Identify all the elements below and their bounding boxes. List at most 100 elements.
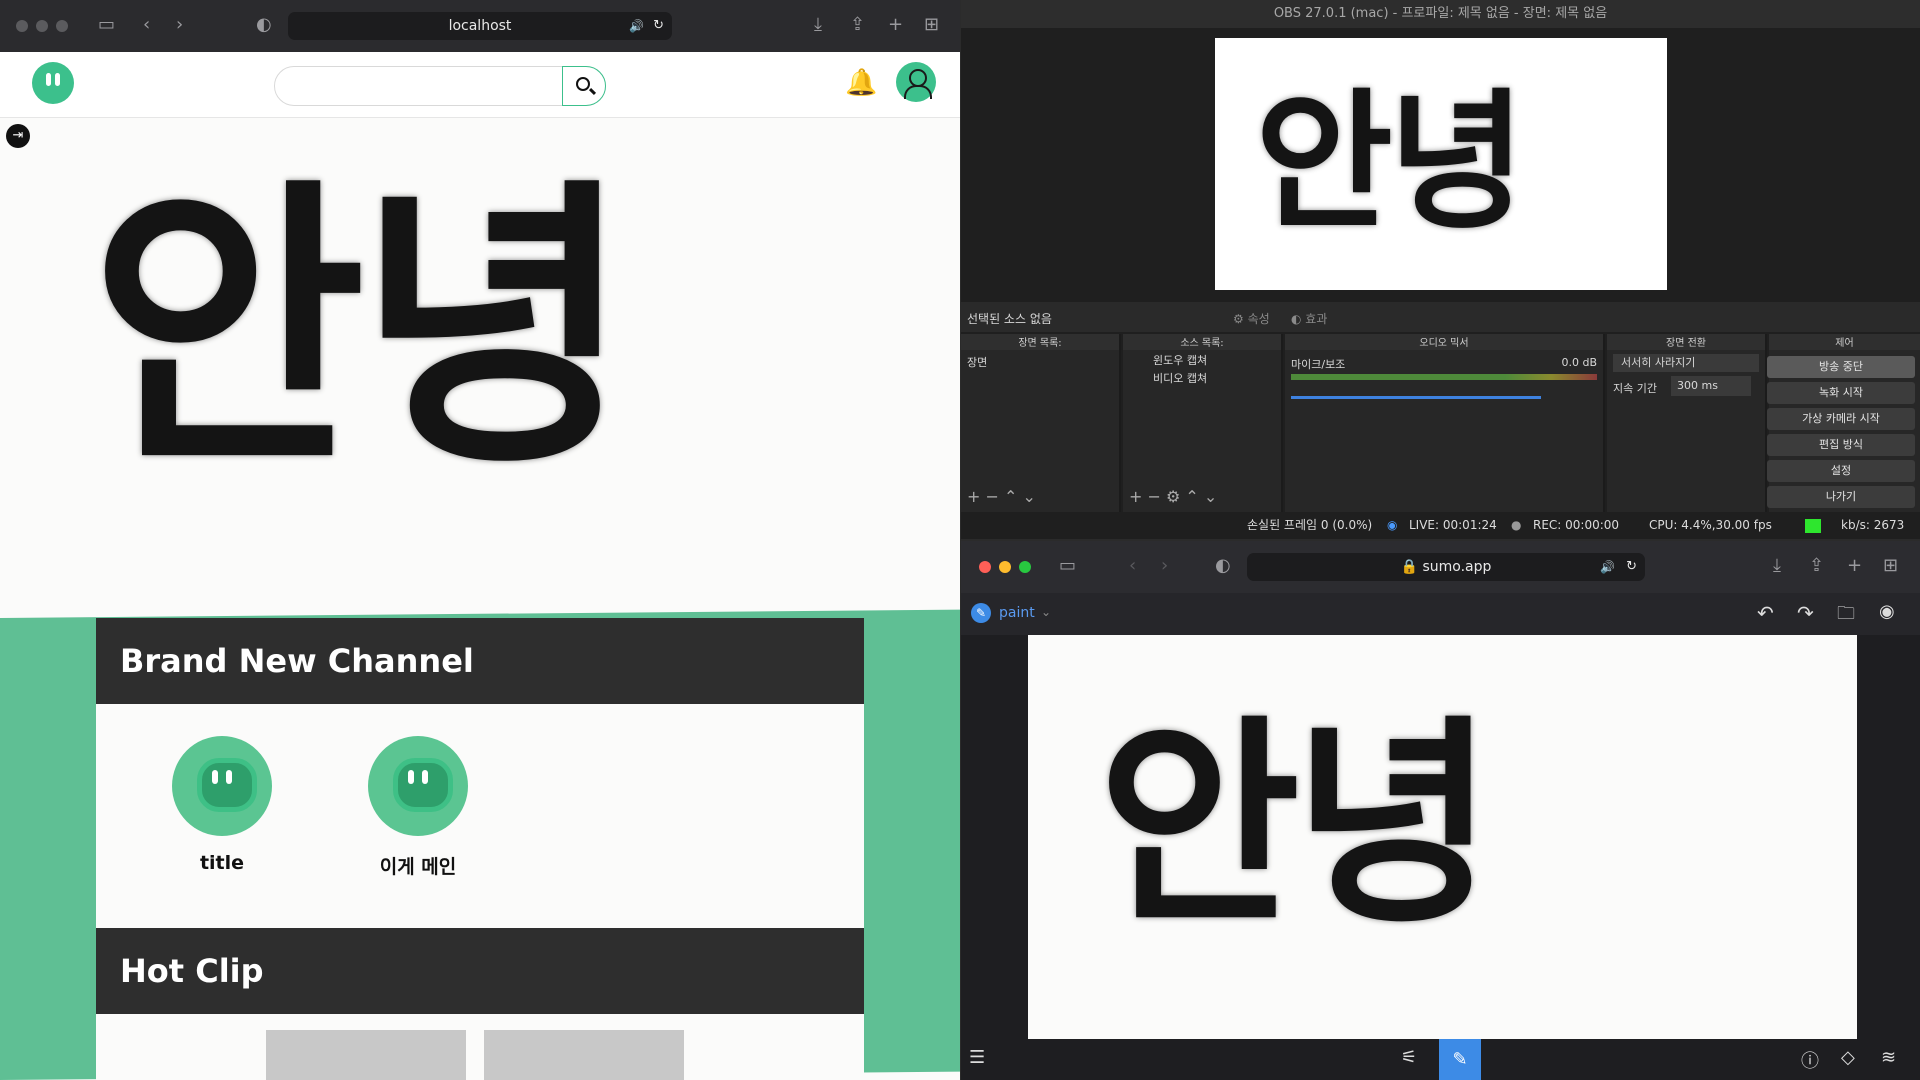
browser-toolbar: ▭ ‹ › ◐ 🔒 sumo.app 🔊 ↻ ⤓ ⇪ + ⊞ [961,541,1920,593]
shield-icon[interactable]: ◐ [1215,555,1231,577]
minimize-window-button[interactable] [999,561,1011,573]
section-heading-brand-new: Brand New Channel [96,618,864,704]
layers-icon[interactable]: ≋ [1881,1047,1896,1068]
clip-thumbnail[interactable] [266,1030,466,1080]
transitions-dock: 장면 전환 서서히 사라지기 지속 기간 300 ms [1607,334,1767,512]
controls-header: 제어 [1769,334,1920,350]
sources-header: 소스 목록: [1123,334,1281,350]
obs-preview[interactable]: 안녕 [1215,38,1667,290]
source-controls[interactable]: + − ⚙ ⌃ ⌄ [1129,487,1217,506]
channel-card[interactable]: title [152,736,292,874]
no-source-label: 선택된 소스 없음 [967,312,1052,326]
site-header: 🔔 [0,52,960,118]
share-icon[interactable]: ⇪ [850,14,865,36]
exit-icon[interactable]: ⇥ [6,124,30,148]
mixer-channel-name: 마이크/보조 [1291,358,1346,371]
new-tab-icon[interactable]: + [888,14,903,36]
avatar[interactable] [896,62,936,102]
duration-input[interactable]: 300 ms [1671,376,1751,396]
channel-panel: Brand New Channel title 이게 메인 Hot Clip [96,618,864,1080]
properties-button[interactable]: ⚙ 속성 [1233,310,1270,327]
dropped-frames: 손실된 프레임 0 (0.0%) [1247,518,1373,532]
clip-thumbnail[interactable] [484,1030,684,1080]
logo-icon[interactable] [32,62,74,104]
stop-streaming-button[interactable]: 방송 중단 [1767,356,1915,378]
start-recording-button[interactable]: 녹화 시작 [1767,382,1915,404]
back-icon[interactable]: ‹ [1129,555,1136,577]
paint-bottom-bar: ☰ ⚟ ✎ ⓘ ◇ ≋ [961,1039,1920,1080]
sidebar-icon[interactable]: ▭ [1059,555,1076,577]
settings-button[interactable]: 설정 [1767,460,1915,482]
channel-card[interactable]: 이게 메인 [348,736,488,879]
adjust-icon[interactable]: ⚟ [1401,1047,1417,1068]
app-menu[interactable]: paint [999,605,1035,621]
shield-icon[interactable]: ◐ [256,14,272,36]
forward-icon[interactable]: › [1161,555,1168,577]
reload-icon[interactable]: ↻ [1626,553,1637,581]
transition-select[interactable]: 서서히 사라지기 [1613,354,1759,372]
info-icon[interactable]: ⓘ [1801,1047,1819,1073]
tab-overview-icon[interactable]: ⊞ [924,14,939,36]
rec-indicator-icon: ● [1511,518,1522,532]
brush-tool-icon[interactable]: ✎ [1439,1039,1481,1080]
url-text: sumo.app [1422,559,1492,575]
account-icon[interactable]: ◉ [1879,601,1895,622]
tab-overview-icon[interactable]: ⊞ [1883,555,1898,577]
scenes-dock: 장면 목록: 장면 + − ⌃ ⌄ [961,334,1121,512]
volume-slider[interactable] [1291,396,1541,399]
left-browser-window: ▭ ‹ › ◐ localhost 🔊 ↻ ⤓ ⇪ + ⊞ 🔔 ⇥ 안녕 Bra… [0,0,960,1080]
live-indicator-icon: ◉ [1387,518,1398,532]
redo-icon[interactable]: ↷ [1797,601,1814,625]
bitrate: kb/s: 2673 [1841,518,1905,532]
browser-toolbar: ▭ ‹ › ◐ localhost 🔊 ↻ ⤓ ⇪ + ⊞ [0,0,960,52]
scene-item[interactable]: 장면 [961,350,1119,374]
minimize-window-button[interactable] [36,20,48,32]
search-icon [576,77,590,91]
mixer-header: 오디오 믹서 [1285,334,1603,350]
back-icon[interactable]: ‹ [143,14,150,36]
close-window-button[interactable] [979,561,991,573]
close-window-button[interactable] [16,20,28,32]
live-time: LIVE: 00:01:24 [1409,518,1497,532]
speaker-icon[interactable]: 🔊 [1600,553,1615,581]
channel-avatar [368,736,468,836]
address-bar[interactable]: localhost 🔊 ↻ [288,12,672,40]
health-indicator [1805,519,1821,533]
channel-name: title [199,852,245,874]
source-item[interactable]: 윈도우 캡쳐 [1123,350,1281,368]
menu-icon[interactable]: ☰ [969,1047,985,1068]
search-input[interactable] [274,66,606,106]
download-icon[interactable]: ⤓ [1773,555,1781,577]
obs-status-bar: 손실된 프레임 0 (0.0%) ◉ LIVE: 00:01:24 ● REC:… [961,512,1920,539]
new-tab-icon[interactable]: + [1847,555,1862,577]
start-virtual-camera-button[interactable]: 가상 카메라 시작 [1767,408,1915,430]
filters-button[interactable]: ◐ 효과 [1291,310,1327,327]
share-icon[interactable]: ⇪ [1809,555,1824,577]
folder-icon[interactable]: 🗀 [1837,601,1855,631]
download-icon[interactable]: ⤓ [814,14,822,36]
preview-drawing-text: 안녕 [1255,76,1526,250]
bell-icon[interactable]: 🔔 [845,68,877,98]
obs-context-bar: 선택된 소스 없음 ⚙ 속성 ◐ 효과 [961,302,1920,332]
zoom-window-button[interactable] [1019,561,1031,573]
search-button[interactable] [562,66,606,106]
chevron-down-icon[interactable]: ⌄ [1041,605,1051,619]
reload-icon[interactable]: ↻ [653,12,664,40]
audio-mixer-dock: 오디오 믹서 마이크/보조 0.0 dB [1285,334,1605,512]
speaker-icon[interactable]: 🔊 [629,12,644,40]
studio-mode-button[interactable]: 편집 방식 [1767,434,1915,456]
exit-button[interactable]: 나가기 [1767,486,1915,508]
channel-name: 이게 메인 [379,856,457,878]
scene-controls[interactable]: + − ⌃ ⌄ [967,487,1036,506]
undo-icon[interactable]: ↶ [1757,601,1774,625]
forward-icon[interactable]: › [176,14,183,36]
scenes-header: 장면 목록: [961,334,1119,350]
address-bar[interactable]: 🔒 sumo.app 🔊 ↻ [1247,553,1645,581]
paint-canvas[interactable]: 안녕 [1028,635,1857,1039]
paint-browser-window: ▭ ‹ › ◐ 🔒 sumo.app 🔊 ↻ ⤓ ⇪ + ⊞ ✎ paint ⌄… [961,541,1920,1080]
sidebar-icon[interactable]: ▭ [98,14,115,36]
source-item[interactable]: 비디오 캡쳐 [1123,368,1281,386]
color-drop-icon[interactable]: ◇ [1841,1047,1855,1068]
channel-avatar [172,736,272,836]
zoom-window-button[interactable] [56,20,68,32]
